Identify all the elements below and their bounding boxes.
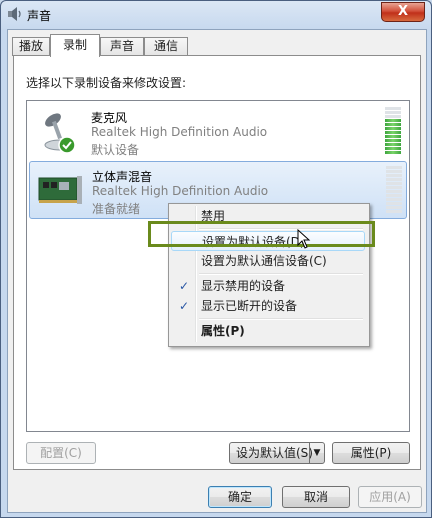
sound-card-icon xyxy=(38,176,82,204)
menu-separator xyxy=(199,318,363,320)
annotation-highlight-box xyxy=(148,221,375,247)
device-name: 麦克风 xyxy=(91,111,128,125)
title-bar[interactable]: 声音 X xyxy=(1,1,431,29)
menu-item-label: 属性(P) xyxy=(201,324,245,338)
device-status: 默认设备 xyxy=(91,143,140,157)
menu-item-label: 设置为默认通信设备(C) xyxy=(201,254,327,268)
set-default-label: 设为默认值(S) xyxy=(236,446,313,460)
configure-button[interactable]: 配置(C) xyxy=(26,442,96,464)
menu-separator xyxy=(199,273,363,275)
mouse-cursor-icon xyxy=(297,229,311,249)
properties-button[interactable]: 属性(P) xyxy=(332,442,410,464)
microphone-icon xyxy=(44,113,76,154)
device-name: 立体声混音 xyxy=(92,170,153,184)
tab-sounds[interactable]: 声音 xyxy=(100,37,144,56)
device-status: 准备就绪 xyxy=(92,202,141,216)
level-meter xyxy=(386,166,402,214)
menu-item-properties[interactable]: 属性(P) xyxy=(171,321,365,341)
cancel-button[interactable]: 取消 xyxy=(282,486,350,508)
set-default-button[interactable]: 设为默认值(S) ▼ xyxy=(229,442,325,464)
instruction-text: 选择以下录制设备来修改设置: xyxy=(26,76,187,90)
menu-item-show-disconnected[interactable]: ✓ 显示已断开的设备 xyxy=(171,296,365,316)
device-microphone[interactable]: 麦克风 Realtek High Definition Audio 默认设备 xyxy=(29,103,405,159)
checkmark-icon: ✓ xyxy=(179,299,190,313)
tab-communications[interactable]: 通信 xyxy=(144,37,188,56)
device-driver: Realtek High Definition Audio xyxy=(92,184,269,198)
ok-button[interactable]: 确定 xyxy=(208,486,272,508)
device-driver: Realtek High Definition Audio xyxy=(91,125,268,139)
close-button[interactable]: X xyxy=(381,2,425,22)
menu-item-label: 显示禁用的设备 xyxy=(201,279,286,293)
menu-item-set-default-comm[interactable]: 设置为默认通信设备(C) xyxy=(171,251,365,271)
window-title: 声音 xyxy=(27,9,52,23)
tab-playback[interactable]: 播放 xyxy=(12,37,50,56)
dropdown-arrow-icon[interactable]: ▼ xyxy=(309,443,324,463)
menu-item-label: 显示已断开的设备 xyxy=(201,299,298,313)
default-check-icon xyxy=(58,136,76,154)
speaker-icon xyxy=(8,7,21,21)
tab-recording[interactable]: 录制 xyxy=(50,34,100,57)
menu-item-show-disabled[interactable]: ✓ 显示禁用的设备 xyxy=(171,276,365,296)
level-meter xyxy=(385,107,401,155)
apply-button[interactable]: 应用(A) xyxy=(358,486,422,508)
checkmark-icon: ✓ xyxy=(179,279,190,293)
